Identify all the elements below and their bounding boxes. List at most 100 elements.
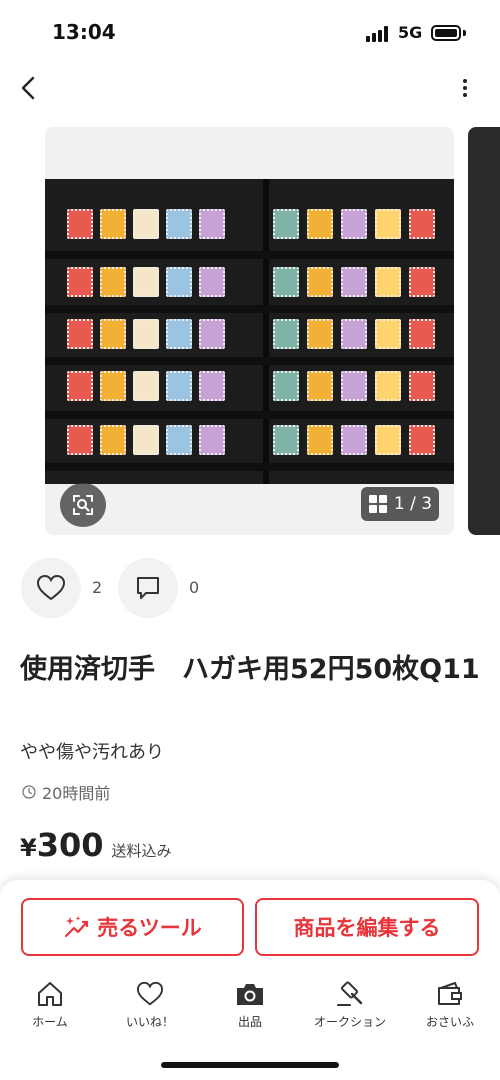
product-photo-stamp-album [45, 179, 454, 484]
stamp [273, 425, 299, 455]
heart-icon [36, 574, 66, 601]
back-button[interactable] [14, 74, 42, 102]
stamp [375, 319, 401, 349]
like-button[interactable] [21, 558, 81, 618]
edit-item-label: 商品を編集する [293, 916, 441, 940]
more-options-button[interactable] [452, 74, 478, 102]
album-shelf [45, 463, 454, 471]
stamp [199, 319, 225, 349]
shipping-note: 送料込み [111, 842, 172, 860]
chevron-left-icon [21, 76, 35, 100]
tab-auction[interactable]: オークション [300, 976, 400, 1036]
camera-icon [235, 980, 265, 1008]
stamp [273, 267, 299, 297]
stamp [409, 209, 435, 239]
status-bar: 13:04 5G [0, 0, 500, 64]
stamp [341, 209, 367, 239]
album-shelf [45, 305, 454, 313]
product-image-card[interactable] [45, 127, 454, 535]
stamp [199, 267, 225, 297]
visual-search-icon [73, 495, 93, 515]
edit-item-button[interactable]: 商品を編集する [255, 898, 479, 956]
tab-likes-label: いいね！ [125, 1015, 174, 1029]
stamp [166, 267, 192, 297]
image-counter-separator: / [410, 494, 416, 514]
stamp [67, 209, 93, 239]
product-condition: やや傷や汚れあり [20, 742, 164, 763]
signal-icon [366, 26, 390, 42]
image-counter-current: 1 [393, 494, 405, 514]
stamp [307, 319, 333, 349]
grid-icon [368, 495, 387, 513]
stamp [199, 425, 225, 455]
tab-auction-label: オークション [313, 1015, 386, 1029]
stamp [199, 209, 225, 239]
stamp [133, 425, 159, 455]
product-title: 使用済切手 ハガキ用52円50枚Q11 [20, 654, 480, 685]
visual-search-button[interactable] [60, 483, 106, 527]
image-counter-total: 3 [421, 494, 433, 514]
stamp [166, 319, 192, 349]
tab-listing[interactable]: 出品 [200, 976, 300, 1036]
price-row: ¥ 300 送料込み [20, 826, 172, 864]
status-time: 13:04 [52, 20, 116, 44]
price-currency: ¥ [20, 834, 37, 862]
stamp [341, 371, 367, 401]
gavel-icon [335, 980, 365, 1008]
price-value: 300 [36, 826, 104, 864]
album-shelf [45, 357, 454, 365]
stamp [100, 319, 126, 349]
stamp [133, 267, 159, 297]
battery-icon [431, 25, 461, 41]
stamp [341, 319, 367, 349]
posted-time-row: 20時間前 [22, 780, 110, 804]
stamp [273, 319, 299, 349]
posted-time: 20時間前 [42, 784, 111, 803]
image-counter-badge[interactable]: 1 / 3 [361, 487, 439, 521]
stamp [133, 319, 159, 349]
stamp [100, 425, 126, 455]
sell-tool-button[interactable]: 売るツール [21, 898, 244, 956]
tab-listing-label: 出品 [237, 1015, 262, 1029]
album-shelf [45, 411, 454, 419]
stamp [307, 267, 333, 297]
tab-home[interactable]: ホーム [0, 976, 100, 1036]
battery-cap [463, 30, 466, 36]
heart-icon [135, 980, 165, 1008]
stamp [409, 425, 435, 455]
stamp [307, 209, 333, 239]
stamp [67, 425, 93, 455]
tab-wallet[interactable]: おさいふ [400, 976, 500, 1036]
stamp [375, 371, 401, 401]
tab-wallet-label: おさいふ [425, 1015, 474, 1029]
sell-tool-label: 売るツール [97, 916, 202, 940]
stamp [166, 425, 192, 455]
stamp [307, 371, 333, 401]
next-image-peek[interactable] [468, 127, 500, 535]
network-label: 5G [398, 23, 423, 42]
stamp [67, 319, 93, 349]
tab-likes[interactable]: いいね！ [100, 976, 200, 1036]
album-divider [263, 179, 269, 484]
more-vertical-icon [463, 79, 467, 83]
stamp [375, 267, 401, 297]
wallet-icon [435, 980, 465, 1008]
comment-icon [137, 577, 159, 599]
stamp [67, 267, 93, 297]
stamp [100, 267, 126, 297]
stamp [166, 209, 192, 239]
stamp [409, 371, 435, 401]
bottom-tab-bar: ホーム いいね！ 出品 オークション おさいふ [0, 976, 500, 1036]
stamp [307, 425, 333, 455]
sparkle-chart-icon [65, 916, 89, 938]
stamp [375, 425, 401, 455]
stamp [67, 371, 93, 401]
like-count: 2 [92, 578, 103, 597]
stamp [341, 267, 367, 297]
stamp [100, 371, 126, 401]
stamp [341, 425, 367, 455]
comment-button[interactable] [118, 558, 178, 618]
home-indicator [161, 1062, 339, 1068]
home-icon [35, 980, 65, 1008]
stamp [133, 371, 159, 401]
